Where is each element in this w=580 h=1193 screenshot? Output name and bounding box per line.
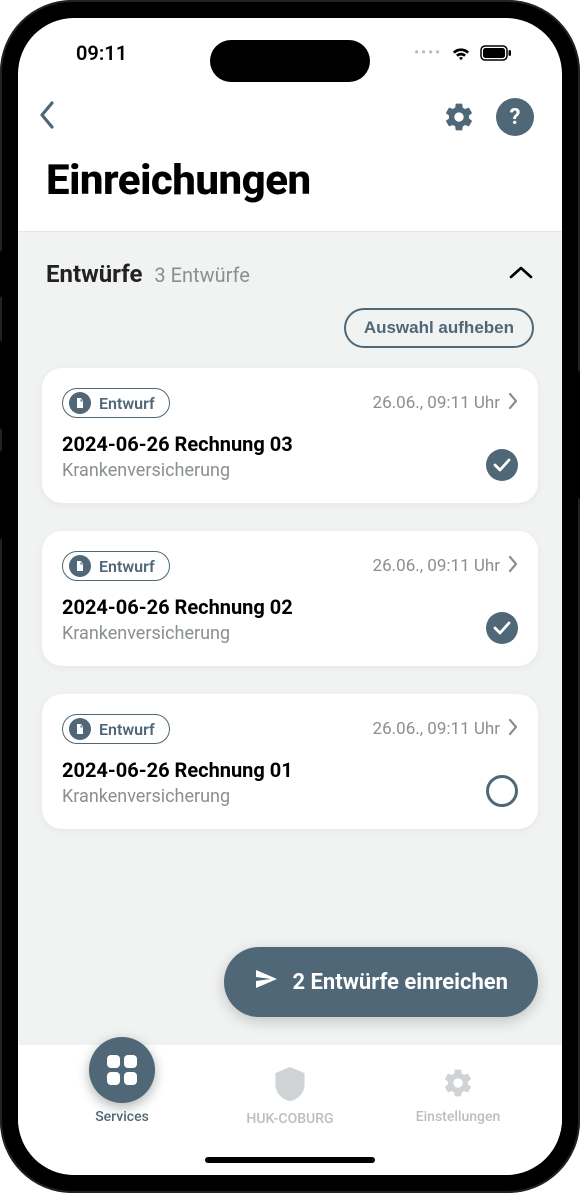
side-button [0, 340, 2, 430]
document-icon [69, 718, 91, 740]
screen: 09:11 •••• ? Einreichunge [18, 18, 562, 1175]
badge-label: Entwurf [99, 720, 155, 739]
services-icon [89, 1037, 155, 1103]
chevron-right-icon [508, 718, 518, 741]
back-button[interactable] [38, 100, 56, 134]
section-title: Entwürfe [46, 260, 142, 288]
empty-circle-icon [486, 775, 518, 807]
tab-label: Einstellungen [416, 1109, 501, 1125]
gear-icon [442, 1067, 474, 1103]
selection-actions: Auswahl aufheben [18, 298, 562, 368]
chevron-right-icon [508, 555, 518, 578]
document-icon [69, 555, 91, 577]
side-button [0, 450, 2, 540]
home-indicator [205, 1157, 375, 1163]
card-title: 2024-06-26 Rechnung 02 [62, 595, 518, 619]
cellular-dots-icon: •••• [414, 45, 442, 61]
wifi-icon [450, 44, 472, 62]
battery-icon [480, 45, 512, 61]
draft-badge: Entwurf [62, 714, 170, 744]
chevron-up-icon[interactable] [508, 264, 534, 284]
card-subtitle: Krankenversicherung [62, 460, 518, 481]
chevron-right-icon [508, 392, 518, 415]
card-date: 26.06., 09:11 Uhr [373, 718, 518, 741]
submit-button[interactable]: 2 Entwürfe einreichen [224, 947, 538, 1017]
checkmark-icon [486, 449, 518, 481]
side-button [0, 250, 2, 298]
submit-label: 2 Entwürfe einreichen [292, 970, 508, 995]
dynamic-island [210, 40, 370, 82]
tab-services[interactable]: Services [62, 1057, 182, 1125]
phone-frame: 09:11 •••• ? Einreichunge [0, 0, 580, 1193]
tab-bar: Services HUK-COBURG Einstellungen [18, 1045, 562, 1175]
card-date: 26.06., 09:11 Uhr [373, 392, 518, 415]
card-date: 26.06., 09:11 Uhr [373, 555, 518, 578]
content-area: Entwürfe 3 Entwürfe Auswahl aufheben [18, 231, 562, 1045]
help-button[interactable]: ? [496, 98, 534, 136]
selection-checkbox[interactable] [486, 612, 518, 644]
selection-checkbox[interactable] [486, 775, 518, 807]
send-icon [254, 967, 278, 997]
top-nav: ? [18, 88, 562, 146]
draft-card[interactable]: Entwurf 26.06., 09:11 Uhr 2024-06-26 Rec… [42, 694, 538, 829]
draft-badge: Entwurf [62, 388, 170, 418]
page-title: Einreichungen [18, 146, 562, 231]
clear-selection-button[interactable]: Auswahl aufheben [344, 308, 534, 348]
tab-label: HUK-COBURG [246, 1111, 333, 1127]
tab-settings[interactable]: Einstellungen [398, 1057, 518, 1125]
draft-card[interactable]: Entwurf 26.06., 09:11 Uhr 2024-06-26 Rec… [42, 368, 538, 503]
shield-icon [275, 1067, 305, 1105]
badge-label: Entwurf [99, 557, 155, 576]
status-indicators: •••• [414, 44, 512, 62]
draft-badge: Entwurf [62, 551, 170, 581]
card-subtitle: Krankenversicherung [62, 623, 518, 644]
status-time: 09:11 [76, 41, 127, 65]
badge-label: Entwurf [99, 394, 155, 413]
tab-brand[interactable]: HUK-COBURG [230, 1057, 350, 1127]
card-subtitle: Krankenversicherung [62, 786, 518, 807]
checkmark-icon [486, 612, 518, 644]
draft-card[interactable]: Entwurf 26.06., 09:11 Uhr 2024-06-26 Rec… [42, 531, 538, 666]
selection-checkbox[interactable] [486, 449, 518, 481]
section-count: 3 Entwürfe [154, 263, 249, 287]
tab-label: Services [95, 1109, 149, 1125]
settings-button[interactable] [440, 98, 478, 136]
card-title: 2024-06-26 Rechnung 01 [62, 758, 518, 782]
document-icon [69, 392, 91, 414]
card-title: 2024-06-26 Rechnung 03 [62, 432, 518, 456]
section-header[interactable]: Entwürfe 3 Entwürfe [18, 232, 562, 298]
